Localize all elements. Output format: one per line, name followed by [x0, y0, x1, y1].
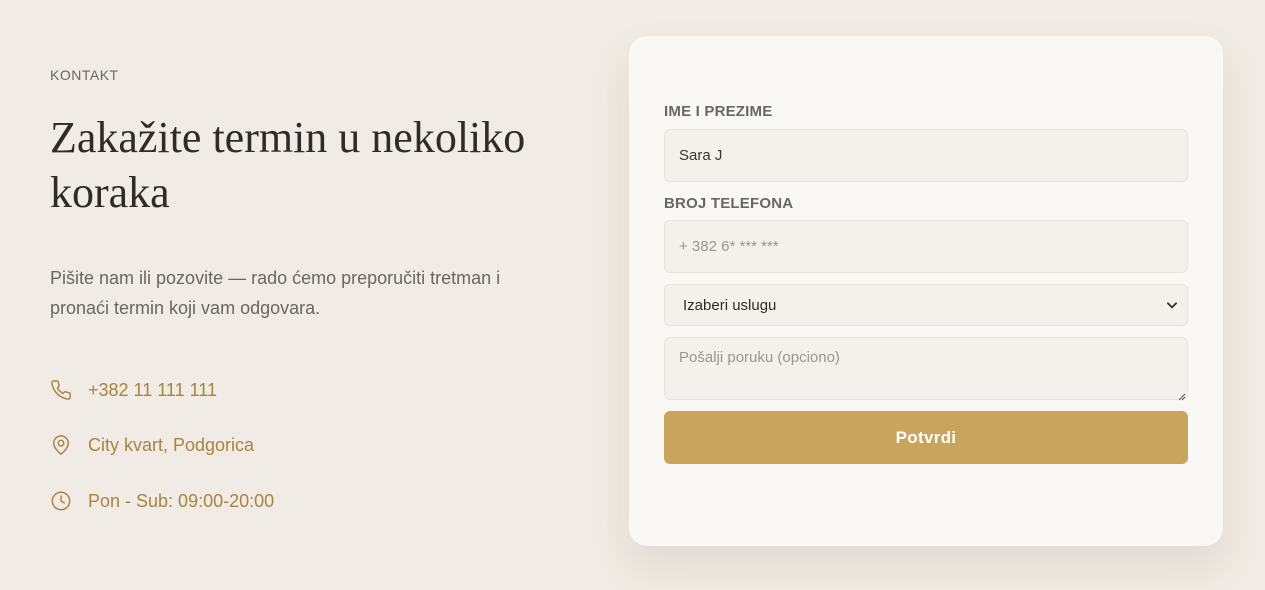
phone-label: BROJ TELEFONA — [664, 195, 794, 212]
contact-location: City kvart, Podgorica — [50, 434, 254, 456]
submit-button[interactable]: Potvrdi — [664, 411, 1188, 464]
contact-location-text: City kvart, Podgorica — [88, 434, 255, 455]
clock-icon — [50, 490, 72, 512]
chevron-down-icon — [1165, 298, 1179, 312]
phone-icon — [50, 379, 72, 401]
service-select[interactable]: Izaberi uslugu — [664, 284, 1188, 326]
contact-hours: Pon - Sub: 09:00-20:00 — [50, 490, 274, 512]
booking-form-card: IME I PREZIME BROJ TELEFONA Izaberi uslu… — [629, 36, 1223, 546]
page-title: Zakažite termin u nekoliko koraka — [50, 113, 526, 217]
phone-input[interactable] — [664, 220, 1188, 273]
contact-hours-text: Pon - Sub: 09:00-20:00 — [88, 490, 275, 511]
resize-handle-icon[interactable] — [1178, 388, 1186, 401]
service-select-value: Izaberi uslugu — [683, 296, 777, 314]
message-textarea[interactable] — [664, 337, 1188, 400]
section-eyebrow: KONTAKT — [50, 67, 119, 83]
contact-phone[interactable]: +382 11 111 111 — [50, 379, 217, 401]
name-label: IME I PREZIME — [664, 103, 773, 120]
intro-text: Pišite nam ili pozovite — rado ćemo prep… — [50, 268, 501, 318]
contact-phone-text: +382 11 111 111 — [88, 379, 217, 400]
name-input[interactable] — [664, 129, 1188, 182]
map-pin-icon — [50, 434, 72, 456]
